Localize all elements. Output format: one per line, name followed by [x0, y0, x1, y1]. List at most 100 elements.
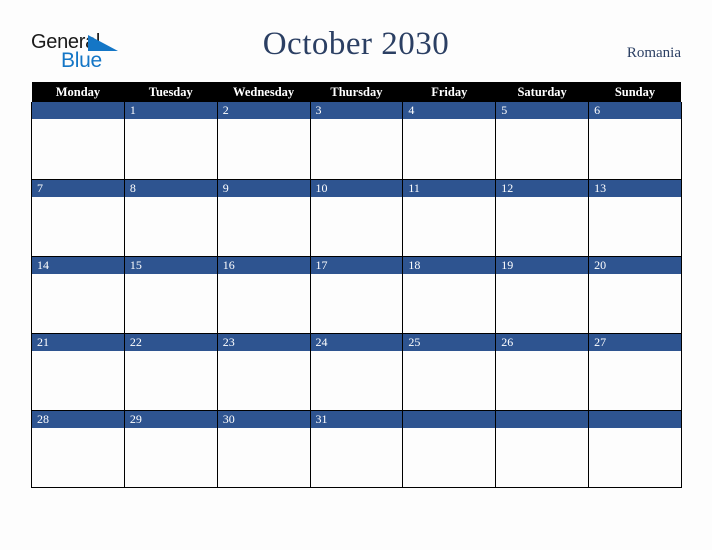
day-events-area[interactable] [403, 427, 496, 487]
day-number: 5 [496, 102, 589, 119]
day-events-area[interactable] [589, 350, 681, 410]
calendar-day-cell[interactable]: 9 [216, 179, 311, 257]
day-events-area[interactable] [124, 119, 217, 178]
day-number: 20 [589, 256, 681, 274]
day-number [496, 410, 589, 428]
calendar-day-cell[interactable]: 29 [123, 410, 218, 488]
calendar-day-cell[interactable] [588, 410, 682, 488]
calendar-day-cell[interactable]: 24 [309, 333, 404, 411]
calendar-day-cell[interactable]: 22 [123, 333, 218, 411]
day-number: 9 [217, 179, 310, 197]
calendar-page: General Blue October 2030 Romania Monday… [0, 0, 712, 550]
calendar-day-cell[interactable]: 6 [588, 102, 682, 180]
day-number: 13 [589, 179, 681, 197]
calendar-day-cell[interactable]: 2 [216, 102, 311, 180]
day-number: 30 [217, 410, 310, 428]
calendar-day-cell[interactable]: 14 [31, 256, 125, 334]
calendar-day-cell[interactable]: 7 [31, 179, 125, 257]
day-number: 26 [496, 333, 589, 351]
weekday-header-row: Monday Tuesday Wednesday Thursday Friday… [31, 82, 682, 102]
weekday-header-thursday: Thursday [310, 82, 403, 102]
calendar-day-cell[interactable]: 20 [588, 256, 682, 334]
calendar-day-cell[interactable]: 8 [123, 179, 218, 257]
day-number: 17 [310, 256, 403, 274]
day-events-area[interactable] [589, 119, 681, 178]
calendar-day-cell[interactable]: 11 [402, 179, 497, 257]
calendar-day-cell[interactable]: 28 [31, 410, 125, 488]
day-events-area[interactable] [310, 273, 403, 333]
calendar-day-cell[interactable]: 12 [495, 179, 590, 257]
day-events-area[interactable] [124, 427, 217, 487]
day-events-area[interactable] [217, 427, 310, 487]
calendar-day-cell[interactable]: 27 [588, 333, 682, 411]
calendar-day-cell[interactable]: 25 [402, 333, 497, 411]
calendar-day-cell[interactable]: 21 [31, 333, 125, 411]
day-events-area[interactable] [217, 119, 310, 178]
day-events-area[interactable] [310, 427, 403, 487]
calendar-day-cell[interactable]: 13 [588, 179, 682, 257]
calendar-day-cell[interactable]: 1 [123, 102, 218, 180]
day-events-area[interactable] [496, 196, 589, 256]
day-events-area[interactable] [32, 350, 124, 410]
day-events-area[interactable] [32, 119, 124, 178]
day-number: 14 [32, 256, 124, 274]
day-number: 31 [310, 410, 403, 428]
day-events-area[interactable] [589, 273, 681, 333]
calendar-day-cell[interactable]: 17 [309, 256, 404, 334]
day-number: 8 [124, 179, 217, 197]
calendar-day-cell[interactable]: 23 [216, 333, 311, 411]
day-events-area[interactable] [310, 350, 403, 410]
day-events-area[interactable] [403, 350, 496, 410]
day-number [32, 102, 124, 119]
day-events-area[interactable] [32, 273, 124, 333]
calendar-day-cell[interactable]: 16 [216, 256, 311, 334]
calendar-day-cell[interactable] [31, 102, 125, 180]
day-number [589, 410, 681, 428]
calendar-day-cell[interactable]: 5 [495, 102, 590, 180]
day-events-area[interactable] [217, 350, 310, 410]
calendar-day-cell[interactable]: 3 [309, 102, 404, 180]
day-events-area[interactable] [32, 427, 124, 487]
day-events-area[interactable] [403, 196, 496, 256]
calendar-day-cell[interactable]: 26 [495, 333, 590, 411]
day-events-area[interactable] [32, 196, 124, 256]
day-events-area[interactable] [217, 196, 310, 256]
weekday-header-sunday: Sunday [588, 82, 682, 102]
calendar-day-cell[interactable]: 19 [495, 256, 590, 334]
page-title: October 2030 [262, 26, 450, 62]
weekday-header-monday: Monday [31, 82, 125, 102]
day-events-area[interactable] [403, 119, 496, 178]
day-number: 15 [124, 256, 217, 274]
calendar-day-cell[interactable]: 4 [402, 102, 497, 180]
calendar-day-cell[interactable] [402, 410, 497, 488]
day-number: 29 [124, 410, 217, 428]
day-events-area[interactable] [496, 273, 589, 333]
day-events-area[interactable] [124, 350, 217, 410]
calendar-week-row: 1 2 3 4 5 6 [31, 102, 682, 180]
day-events-area[interactable] [589, 427, 681, 487]
day-events-area[interactable] [496, 350, 589, 410]
day-number: 25 [403, 333, 496, 351]
day-events-area[interactable] [496, 427, 589, 487]
calendar-day-cell[interactable]: 15 [123, 256, 218, 334]
day-number: 1 [124, 102, 217, 119]
day-events-area[interactable] [124, 196, 217, 256]
day-events-area[interactable] [589, 196, 681, 256]
calendar-day-cell[interactable]: 31 [309, 410, 404, 488]
day-events-area[interactable] [496, 119, 589, 178]
calendar-body: 1 2 3 4 5 6 7 8 9 10 11 12 13 14 15 16 1… [31, 102, 682, 488]
day-events-area[interactable] [403, 273, 496, 333]
calendar-day-cell[interactable] [495, 410, 590, 488]
day-events-area[interactable] [310, 196, 403, 256]
calendar-day-cell[interactable]: 18 [402, 256, 497, 334]
calendar-day-cell[interactable]: 10 [309, 179, 404, 257]
day-events-area[interactable] [310, 119, 403, 178]
weekday-header-tuesday: Tuesday [124, 82, 218, 102]
day-events-area[interactable] [124, 273, 217, 333]
calendar-week-row: 21 22 23 24 25 26 27 [31, 333, 682, 411]
calendar-day-cell[interactable]: 30 [216, 410, 311, 488]
day-number [403, 410, 496, 428]
calendar-week-row: 14 15 16 17 18 19 20 [31, 256, 682, 334]
day-events-area[interactable] [217, 273, 310, 333]
day-number: 21 [32, 333, 124, 351]
